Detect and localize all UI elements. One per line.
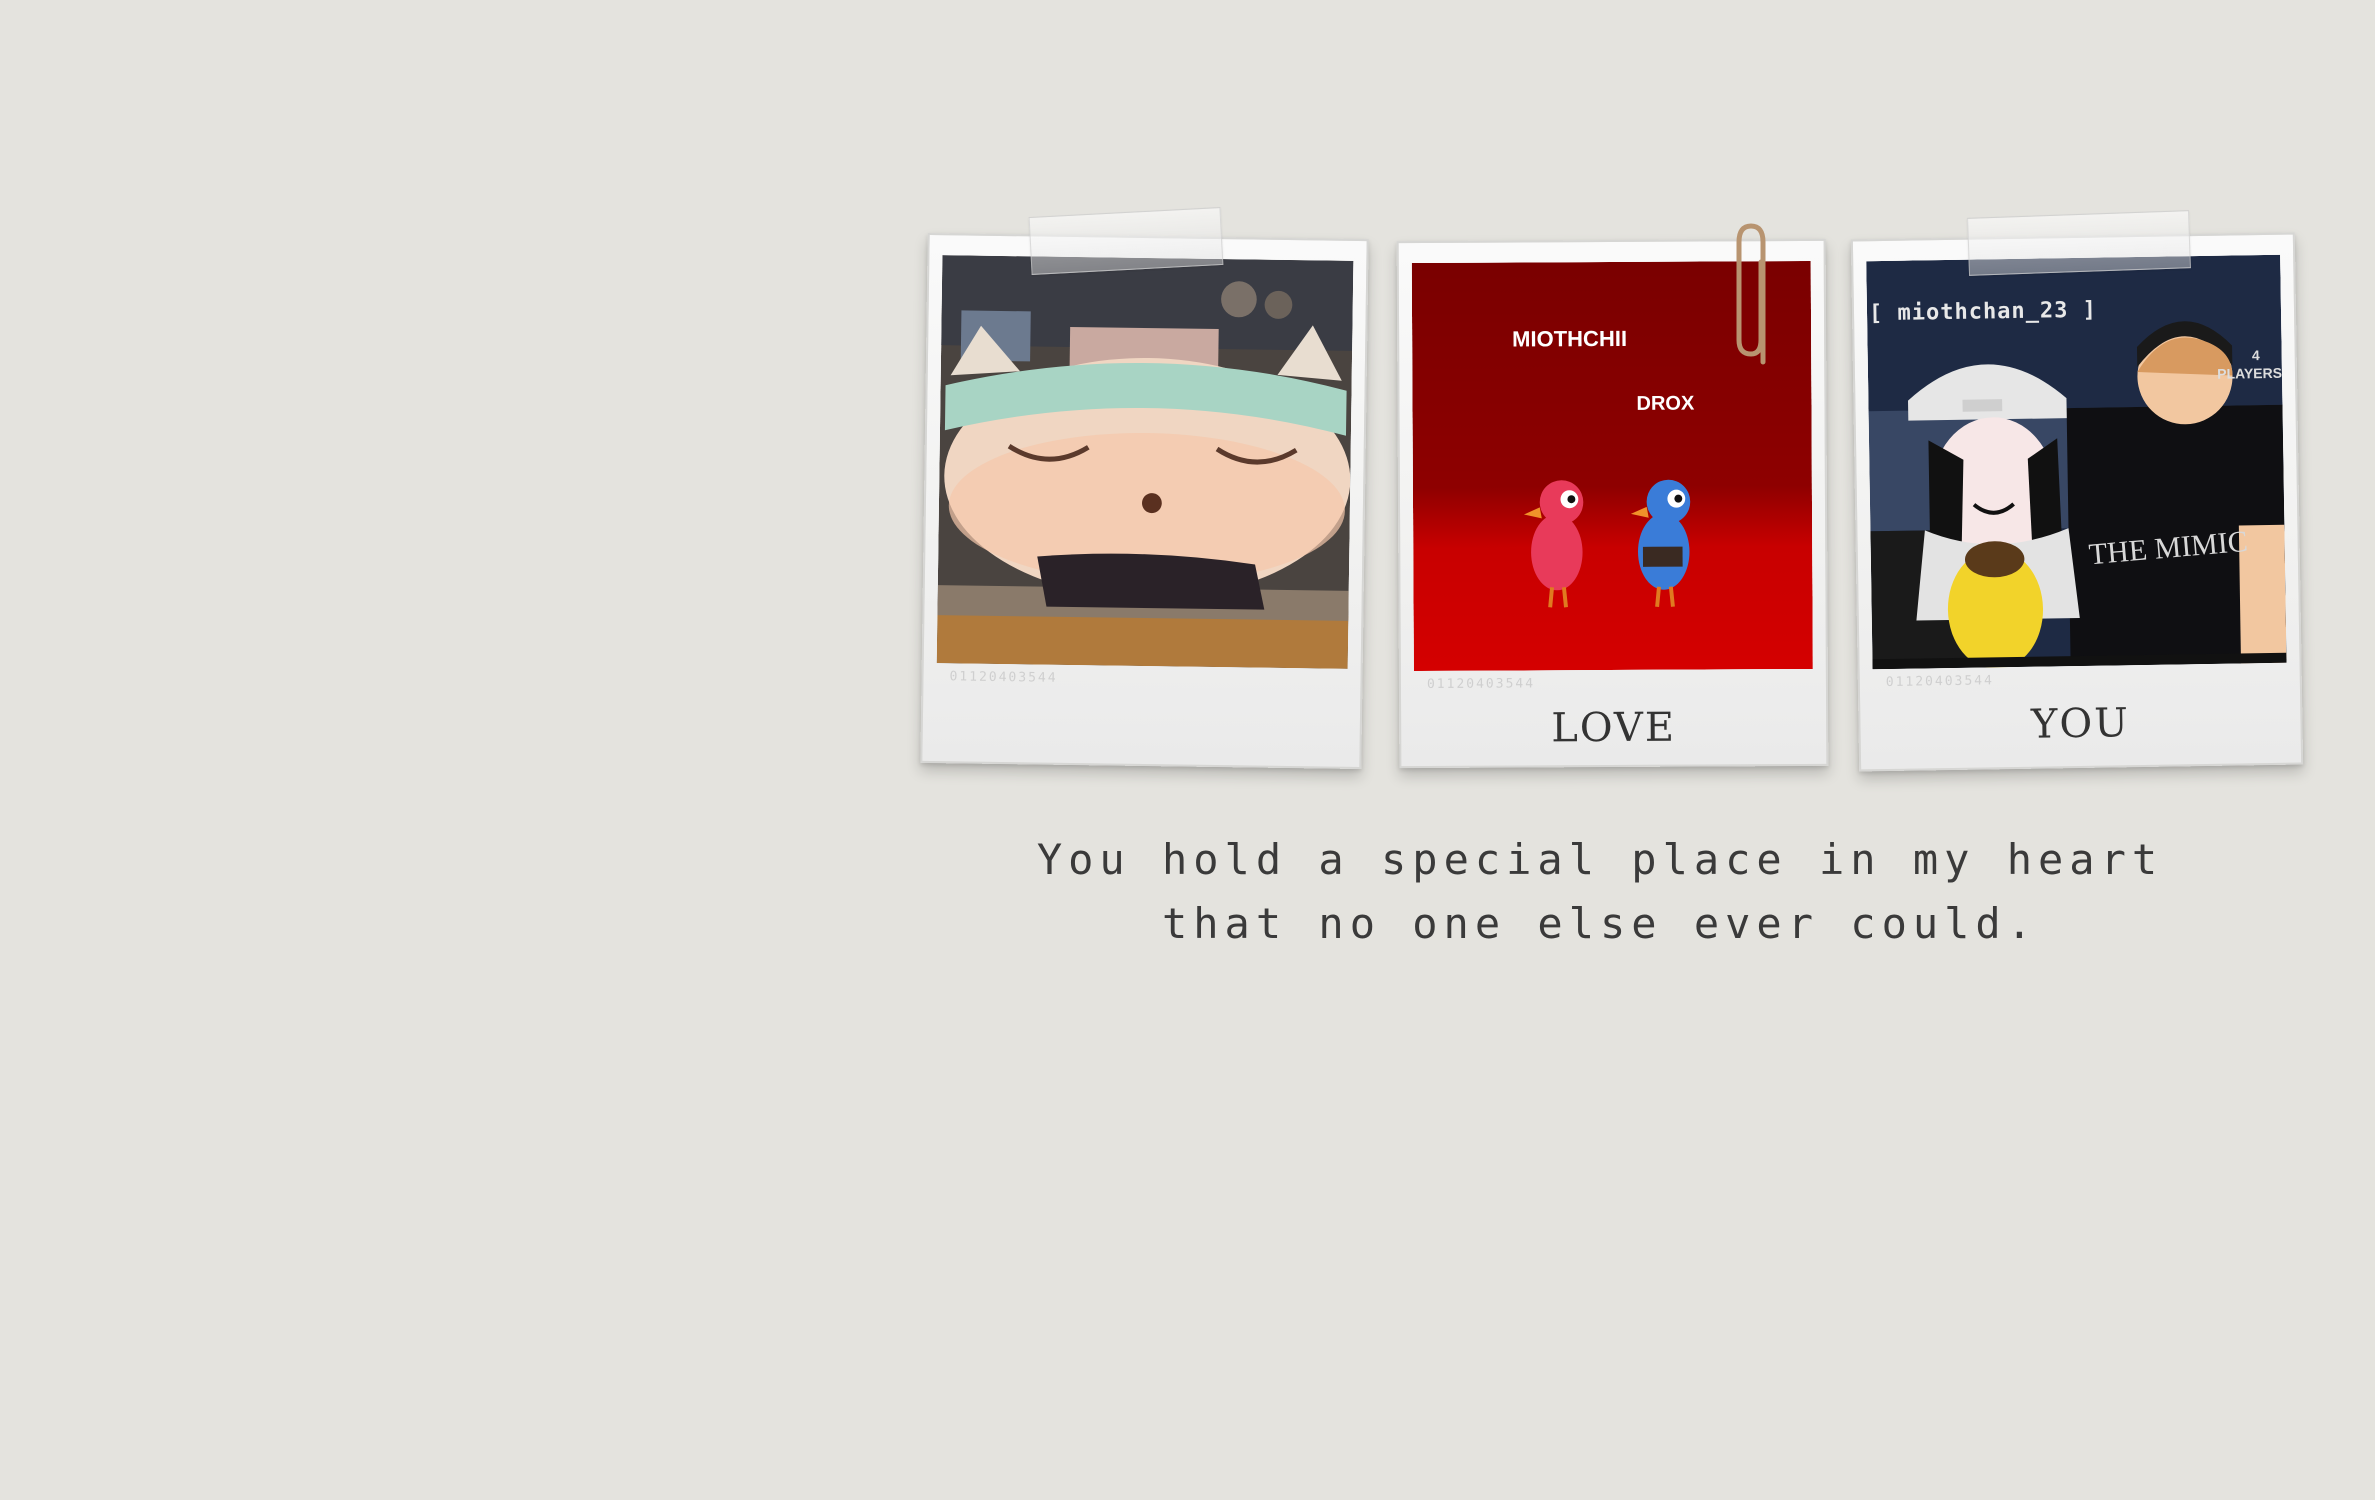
photo-caption: [922, 681, 1360, 767]
paperclip-icon: [1736, 223, 1766, 365]
photo-caption: YOU: [2030, 700, 2131, 748]
players-label: PLAYERS: [2217, 364, 2283, 382]
message-line-2: that no one else ever could.: [1161, 899, 2038, 948]
players-count: 4: [2251, 347, 2260, 364]
love-message: You hold a special place in my heart tha…: [1030, 828, 2170, 956]
player-name-miothchii: MIOTHCHII: [1512, 325, 1628, 352]
polaroid-3: [ miothchan_23 ] 4 PLAYERS THE MIMIC 011…: [1850, 232, 2304, 772]
cat-eye-mask-photo: [936, 255, 1354, 669]
tape-strip: [1028, 207, 1224, 275]
photo-caption: LOVE: [1551, 704, 1677, 752]
tape-strip: [1967, 210, 2191, 276]
message-line-1: You hold a special place in my heart: [1036, 835, 2164, 884]
polaroid-1: 01120403544: [920, 232, 1369, 770]
player-name-drox: DROX: [1636, 392, 1695, 415]
username-tag: [ miothchan_23 ]: [1868, 297, 2098, 327]
roblox-avatar-photo: [ miothchan_23 ] 4 PLAYERS THE MIMIC: [1866, 254, 2287, 670]
